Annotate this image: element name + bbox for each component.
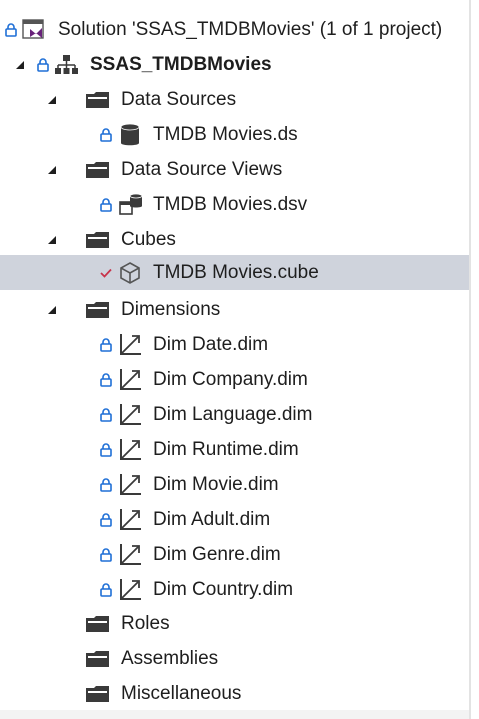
folder-icon xyxy=(85,676,111,711)
dimension-icon xyxy=(118,467,142,502)
lock-icon xyxy=(100,362,112,397)
visual-studio-solution-icon xyxy=(22,12,48,47)
tree-label: Assemblies xyxy=(121,648,219,669)
tree-item-dim[interactable]: Dim Genre.dim xyxy=(0,537,469,572)
dimension-icon xyxy=(118,327,142,362)
tree-label: Miscellaneous xyxy=(121,683,242,704)
dimension-icon xyxy=(118,397,142,432)
tree-label: Dim Country.dim xyxy=(153,579,294,600)
tree-folder-assemblies[interactable]: Assemblies xyxy=(0,641,469,676)
tree-label: TMDB Movies.ds xyxy=(153,124,298,145)
tree-folder-miscellaneous[interactable]: Miscellaneous xyxy=(0,676,469,711)
tree-label: Dimensions xyxy=(121,299,221,320)
expanded-arrow-icon[interactable] xyxy=(47,152,57,187)
folder-icon xyxy=(85,152,111,187)
lock-icon xyxy=(100,502,112,537)
lock-icon xyxy=(37,47,49,82)
tree-label: Dim Language.dim xyxy=(153,404,313,425)
lock-icon xyxy=(100,537,112,572)
tree-label: Dim Runtime.dim xyxy=(153,439,299,460)
tree-label: TMDB Movies.dsv xyxy=(153,194,308,215)
tree-label: Dim Genre.dim xyxy=(153,544,281,565)
tree-row-project[interactable]: SSAS_TMDBMovies xyxy=(0,47,469,82)
tree-label: Dim Company.dim xyxy=(153,369,308,390)
folder-icon xyxy=(85,82,111,117)
lock-icon xyxy=(5,12,17,47)
expanded-arrow-icon[interactable] xyxy=(15,47,25,82)
tree-folder-data-source-views[interactable]: Data Source Views xyxy=(0,152,469,187)
dimension-icon xyxy=(118,362,142,397)
lock-icon xyxy=(100,117,112,152)
tree-label: Roles xyxy=(121,613,170,634)
tree-item-dim[interactable]: Dim Language.dim xyxy=(0,397,469,432)
tree-item-dim[interactable]: Dim Adult.dim xyxy=(0,502,469,537)
panel-bottom-edge xyxy=(0,710,469,719)
tree-label: Dim Movie.dim xyxy=(153,474,279,495)
tree-folder-cubes[interactable]: Cubes xyxy=(0,222,469,257)
lock-icon xyxy=(100,432,112,467)
expanded-arrow-icon[interactable] xyxy=(47,292,57,327)
lock-icon xyxy=(100,327,112,362)
tree-item-dsv[interactable]: TMDB Movies.dsv xyxy=(0,187,469,222)
database-icon xyxy=(119,117,141,152)
tree-label: Dim Date.dim xyxy=(153,334,269,355)
tree-label: Data Sources xyxy=(121,89,237,110)
lock-icon xyxy=(100,187,112,222)
folder-icon xyxy=(85,292,111,327)
tree-label: Solution 'SSAS_TMDBMovies' (1 of 1 proje… xyxy=(58,19,443,40)
panel-border xyxy=(469,0,471,719)
tree-item-dim[interactable]: Dim Company.dim xyxy=(0,362,469,397)
dimension-icon xyxy=(118,572,142,607)
dimension-icon xyxy=(118,502,142,537)
project-hierarchy-icon xyxy=(54,47,80,82)
tree-item-cube[interactable]: TMDB Movies.cube xyxy=(0,255,469,290)
dimension-icon xyxy=(118,432,142,467)
lock-icon xyxy=(100,397,112,432)
expanded-arrow-icon[interactable] xyxy=(47,222,57,257)
lock-icon xyxy=(100,467,112,502)
tree-item-dim[interactable]: Dim Movie.dim xyxy=(0,467,469,502)
checkmark-icon xyxy=(100,255,112,290)
tree-item-dim[interactable]: Dim Country.dim xyxy=(0,572,469,607)
tree-folder-dimensions[interactable]: Dimensions xyxy=(0,292,469,327)
tree-label: TMDB Movies.cube xyxy=(153,262,319,283)
lock-icon xyxy=(100,572,112,607)
tree-label: SSAS_TMDBMovies xyxy=(90,54,272,75)
cube-icon xyxy=(118,255,142,290)
tree-row-solution[interactable]: Solution 'SSAS_TMDBMovies' (1 of 1 proje… xyxy=(0,12,469,47)
tree-label: Data Source Views xyxy=(121,159,283,180)
dimension-icon xyxy=(118,537,142,572)
folder-icon xyxy=(85,641,111,676)
tree-label: Dim Adult.dim xyxy=(153,509,271,530)
folder-icon xyxy=(85,606,111,641)
data-source-view-icon xyxy=(118,187,144,222)
folder-icon xyxy=(85,222,111,257)
tree-item-dim[interactable]: Dim Date.dim xyxy=(0,327,469,362)
tree-folder-roles[interactable]: Roles xyxy=(0,606,469,641)
expanded-arrow-icon[interactable] xyxy=(47,82,57,117)
tree-label: Cubes xyxy=(121,229,176,250)
tree-folder-data-sources[interactable]: Data Sources xyxy=(0,82,469,117)
tree-item-ds[interactable]: TMDB Movies.ds xyxy=(0,117,469,152)
tree-item-dim[interactable]: Dim Runtime.dim xyxy=(0,432,469,467)
